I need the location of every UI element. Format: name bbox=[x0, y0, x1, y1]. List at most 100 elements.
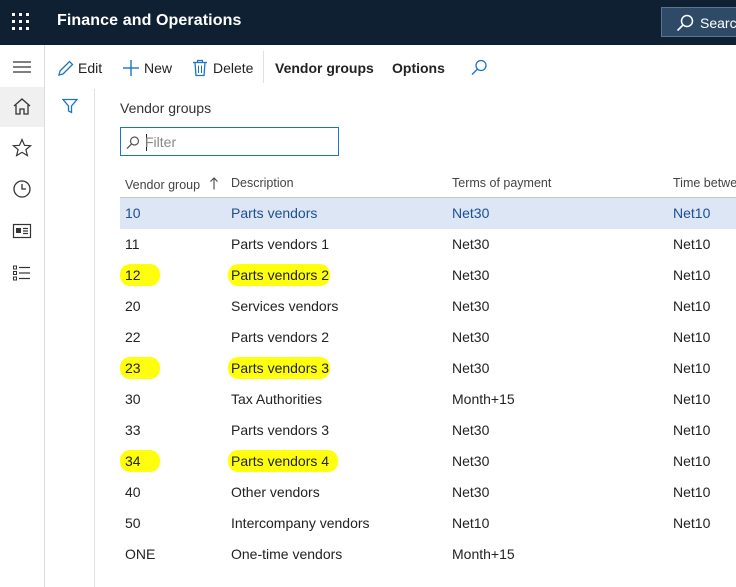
nav-recent-button[interactable] bbox=[0, 169, 44, 209]
delete-button[interactable]: Delete bbox=[192, 59, 262, 77]
cell-vendor-group: 34 bbox=[125, 453, 141, 469]
search-icon bbox=[676, 14, 694, 32]
action-pane: Edit New Delete Vendor groups Options bbox=[45, 45, 736, 90]
app-title[interactable]: Finance and Operations bbox=[57, 12, 241, 30]
new-label: New bbox=[144, 60, 173, 76]
cell-terms-of-payment: Month+15 bbox=[452, 391, 515, 407]
cell-vendor-group: 10 bbox=[125, 205, 141, 221]
top-bar: Finance and Operations Search bbox=[0, 0, 736, 45]
cell-time-between: Net10 bbox=[673, 422, 711, 438]
column-header-description[interactable]: Description bbox=[231, 176, 294, 190]
edit-button[interactable]: Edit bbox=[57, 59, 117, 77]
page-title: Vendor groups bbox=[120, 100, 212, 116]
nav-menu-button[interactable] bbox=[0, 47, 44, 87]
cell-terms-of-payment: Net30 bbox=[452, 360, 490, 376]
table-row[interactable]: 20 Services vendors Net30 Net10 bbox=[120, 291, 736, 322]
table-row[interactable]: 33 Parts vendors 3 Net30 Net10 bbox=[120, 415, 736, 446]
cell-vendor-group: 33 bbox=[125, 422, 141, 438]
funnel-icon[interactable] bbox=[62, 98, 78, 114]
filter-input[interactable] bbox=[145, 132, 325, 152]
options-tab[interactable]: Options bbox=[392, 59, 447, 77]
table-row[interactable]: 10 Parts vendors Net30 Net10 bbox=[120, 198, 736, 229]
column-header-terms-of-payment[interactable]: Terms of payment bbox=[452, 176, 551, 190]
table-row[interactable]: 12 Parts vendors 2 Net30 Net10 bbox=[120, 260, 736, 291]
cell-description: Intercompany vendors bbox=[231, 515, 370, 531]
vendor-groups-tab-label: Vendor groups bbox=[275, 60, 374, 76]
column-header-label: Vendor group bbox=[125, 178, 201, 192]
column-header-vendor-group[interactable]: Vendor group bbox=[125, 176, 218, 192]
sort-ascending-icon bbox=[209, 177, 218, 190]
cell-time-between: Net10 bbox=[673, 453, 711, 469]
pencil-icon bbox=[58, 60, 74, 76]
cell-terms-of-payment: Net30 bbox=[452, 298, 490, 314]
cell-description: Services vendors bbox=[231, 298, 339, 314]
cell-time-between: Net10 bbox=[673, 298, 711, 314]
cell-description: Parts vendors 1 bbox=[231, 236, 330, 252]
cell-description: Parts vendors 4 bbox=[231, 453, 330, 469]
nav-workspaces-button[interactable] bbox=[0, 211, 44, 251]
workspace-icon bbox=[12, 223, 32, 239]
trash-icon bbox=[193, 59, 207, 77]
star-icon bbox=[12, 138, 32, 157]
home-icon bbox=[13, 98, 31, 115]
cell-description: Parts vendors 2 bbox=[231, 329, 330, 345]
cell-vendor-group: ONE bbox=[125, 546, 156, 562]
cell-vendor-group: 23 bbox=[125, 360, 141, 376]
table-row[interactable]: 40 Other vendors Net30 Net10 bbox=[120, 477, 736, 508]
edit-label: Edit bbox=[78, 60, 103, 76]
nav-modules-button[interactable] bbox=[0, 253, 44, 293]
nav-favorites-button[interactable] bbox=[0, 128, 44, 168]
cell-time-between: Net10 bbox=[673, 236, 711, 252]
grid-header: Vendor group Description Terms of paymen… bbox=[120, 167, 736, 198]
cell-vendor-group: 11 bbox=[125, 236, 140, 252]
table-row[interactable]: 50 Intercompany vendors Net10 Net10 bbox=[120, 508, 736, 539]
new-button[interactable]: New bbox=[122, 59, 182, 77]
action-search-button[interactable] bbox=[470, 59, 488, 77]
table-row[interactable]: 11 Parts vendors 1 Net30 Net10 bbox=[120, 229, 736, 260]
clock-icon bbox=[13, 180, 31, 198]
column-header-time-between[interactable]: Time betwe bbox=[673, 176, 736, 190]
cell-time-between: Net10 bbox=[673, 515, 711, 531]
cell-description: Parts vendors 3 bbox=[231, 422, 330, 438]
table-row[interactable]: 22 Parts vendors 2 Net30 Net10 bbox=[120, 322, 736, 353]
app-launcher-icon[interactable] bbox=[12, 13, 30, 31]
cell-time-between: Net10 bbox=[673, 484, 711, 500]
list-icon bbox=[13, 265, 30, 281]
table-row[interactable]: 34 Parts vendors 4 Net30 Net10 bbox=[120, 446, 736, 477]
nav-home-button[interactable] bbox=[0, 87, 44, 127]
cell-description: Parts vendors bbox=[231, 205, 318, 221]
cell-terms-of-payment: Net30 bbox=[452, 267, 490, 283]
search-icon bbox=[126, 136, 140, 149]
plus-icon bbox=[123, 60, 139, 76]
cell-time-between: Net10 bbox=[673, 205, 711, 221]
delete-label: Delete bbox=[213, 60, 254, 76]
cell-description: One-time vendors bbox=[231, 546, 343, 562]
vendor-groups-tab[interactable]: Vendor groups bbox=[275, 59, 375, 77]
table-row[interactable]: 23 Parts vendors 3 Net30 Net10 bbox=[120, 353, 736, 384]
table-row[interactable]: 30 Tax Authorities Month+15 Net10 bbox=[120, 384, 736, 415]
navigation-rail bbox=[0, 45, 45, 587]
search-icon bbox=[471, 59, 487, 75]
grid-filter-box[interactable] bbox=[120, 127, 339, 156]
cell-terms-of-payment: Month+15 bbox=[452, 546, 515, 562]
table-row[interactable]: ONE One-time vendors Month+15 bbox=[120, 539, 736, 570]
cell-terms-of-payment: Net30 bbox=[452, 422, 490, 438]
cell-time-between: Net10 bbox=[673, 267, 711, 283]
cell-time-between: Net10 bbox=[673, 391, 711, 407]
main-content: Vendor groups Vendor group Description T… bbox=[95, 89, 736, 587]
cell-terms-of-payment: Net30 bbox=[452, 205, 490, 221]
cell-vendor-group: 40 bbox=[125, 484, 141, 500]
cell-description: Other vendors bbox=[231, 484, 320, 500]
options-tab-label: Options bbox=[392, 60, 445, 76]
cell-vendor-group: 22 bbox=[125, 329, 141, 345]
cell-terms-of-payment: Net10 bbox=[452, 515, 490, 531]
cell-description: Parts vendors 2 bbox=[231, 267, 330, 283]
cell-terms-of-payment: Net30 bbox=[452, 484, 490, 500]
toolbar-divider bbox=[263, 51, 264, 83]
filter-pane bbox=[45, 89, 95, 587]
global-search-button[interactable]: Search bbox=[661, 7, 736, 37]
cell-terms-of-payment: Net30 bbox=[452, 236, 490, 252]
cell-terms-of-payment: Net30 bbox=[452, 453, 490, 469]
cell-vendor-group: 30 bbox=[125, 391, 141, 407]
search-label: Search bbox=[700, 15, 736, 31]
